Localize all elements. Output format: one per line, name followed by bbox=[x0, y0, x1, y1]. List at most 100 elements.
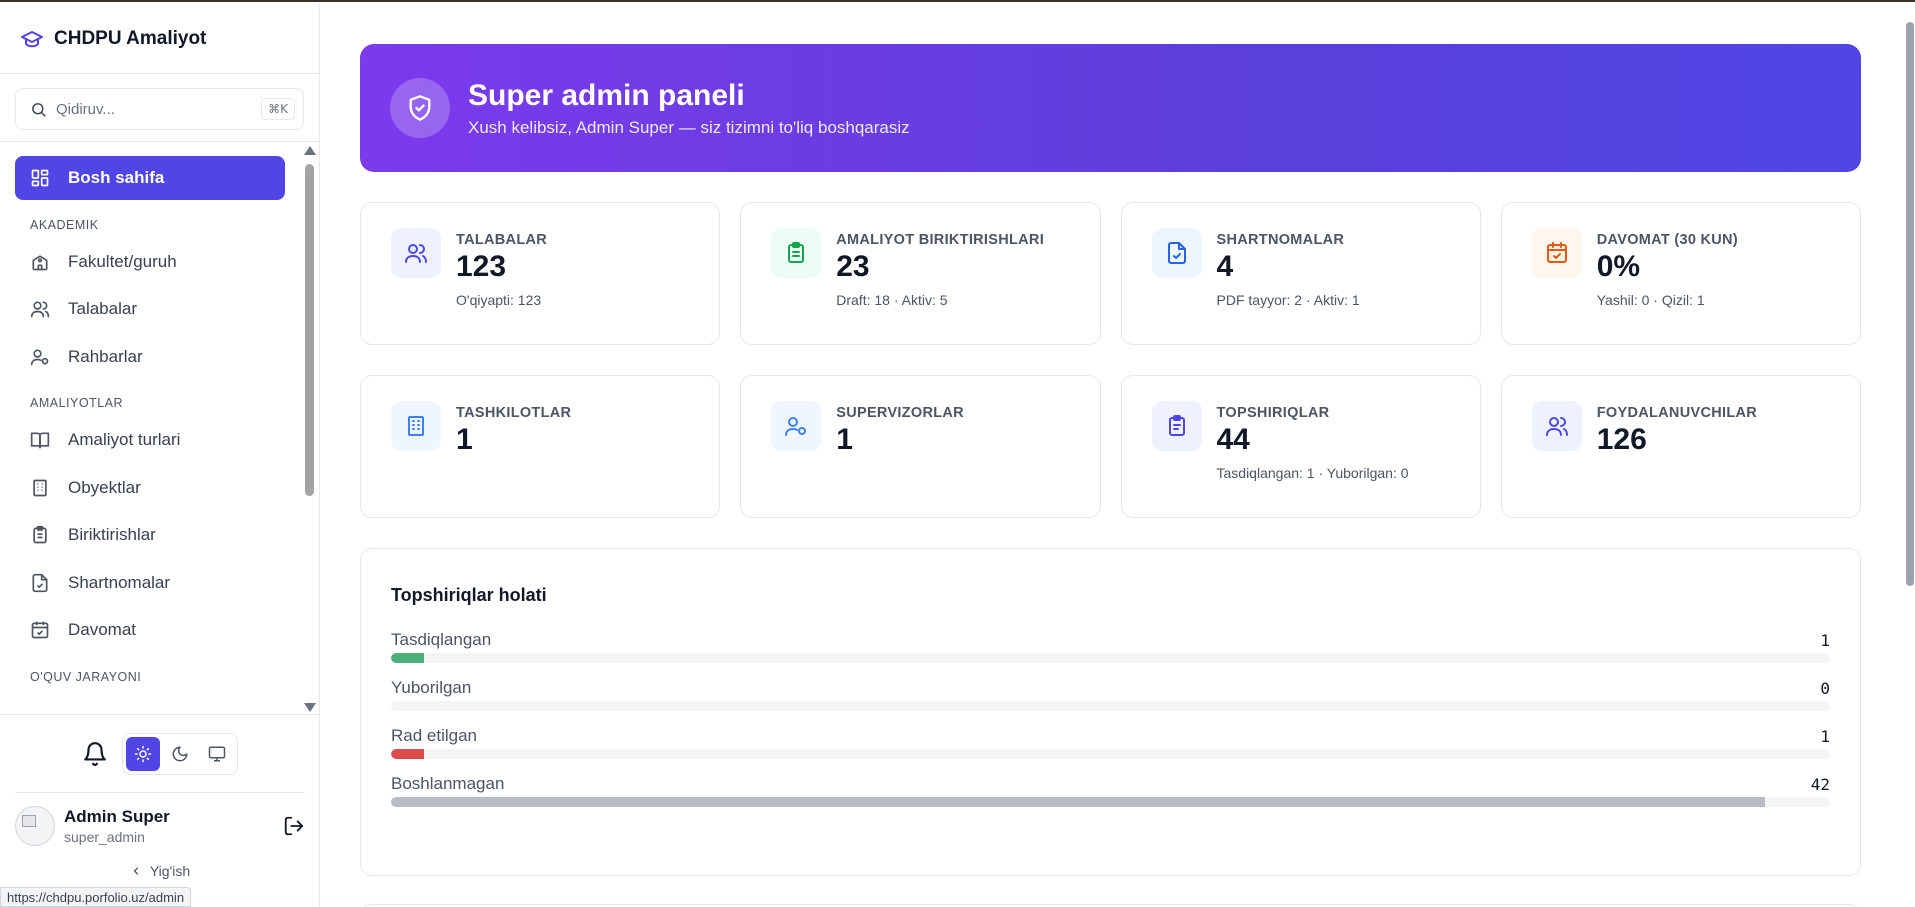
sidebar-item-label: Obyektlar bbox=[68, 477, 141, 497]
progress-fill bbox=[391, 797, 1766, 807]
moon-icon bbox=[172, 746, 188, 761]
stat-card-talabalar[interactable]: TALABALAR 123 O'qiyapti: 123 bbox=[360, 202, 721, 345]
progress-fill bbox=[391, 653, 425, 663]
stat-subtext: PDF tayyor: 2 · Aktiv: 1 bbox=[1216, 292, 1360, 308]
user-login: super_admin bbox=[64, 829, 145, 845]
theme-switcher bbox=[122, 732, 238, 775]
sidebar-item-shartnomalar[interactable]: Shartnomalar bbox=[15, 561, 285, 605]
sidebar-item-label: Shartnomalar bbox=[68, 572, 171, 592]
stat-card-shartnomalar[interactable]: SHARTNOMALAR 4 PDF tayyor: 2 · Aktiv: 1 bbox=[1120, 202, 1481, 345]
sidebar-item-talabalar[interactable]: Talabalar bbox=[15, 287, 285, 331]
status-label: Tasdiqlangan bbox=[391, 630, 492, 649]
search-icon bbox=[32, 102, 46, 117]
stat-label: FOYDALANUVCHILAR bbox=[1596, 405, 1758, 421]
page-subtitle: Xush kelibsiz, Admin Super — siz tizimni… bbox=[468, 117, 910, 137]
dashboard-icon bbox=[31, 169, 49, 187]
stat-label: DAVOMAT (30 KUN) bbox=[1596, 232, 1738, 248]
stat-label: AMALIYOT BIRIKTIRISHLARI bbox=[836, 232, 1045, 248]
users-icon bbox=[405, 244, 427, 263]
status-row: Rad etilgan 1 bbox=[391, 724, 1830, 759]
status-row: Tasdiqlangan 1 bbox=[391, 628, 1830, 663]
status-count: 1 bbox=[1820, 631, 1830, 650]
status-row: Yuborilgan 0 bbox=[391, 676, 1830, 711]
clipboard-list-icon bbox=[788, 242, 805, 263]
stat-card-amaliyot-biriktirishlari[interactable]: AMALIYOT BIRIKTIRISHLARI 23 Draft: 18 · Ak… bbox=[740, 202, 1101, 345]
stat-card-supervizorlar[interactable]: SUPERVIZORLAR 1 bbox=[740, 375, 1101, 518]
sidebar-scrollbar[interactable] bbox=[303, 144, 317, 712]
file-check-icon bbox=[1167, 242, 1186, 264]
stat-subtext: O'qiyapti: 123 bbox=[456, 292, 542, 308]
stat-card-tashkilotlar[interactable]: TASHKILOTLAR 1 bbox=[360, 375, 721, 518]
stat-value: 0% bbox=[1596, 250, 1641, 283]
user-profile[interactable]: Admin Super super_admin bbox=[0, 793, 320, 859]
sidebar-item-label: Rahbarlar bbox=[68, 346, 143, 366]
stat-label: TALABALAR bbox=[456, 232, 548, 248]
users-icon bbox=[30, 301, 50, 318]
search-box[interactable]: ⌘K bbox=[15, 88, 304, 130]
section-akademik: AKADEMIK bbox=[30, 217, 99, 232]
main-content: Super admin paneli Xush kelibsiz, Admin … bbox=[321, 4, 1915, 907]
clipboard-icon bbox=[1168, 415, 1185, 436]
sidebar-item-biriktirishlar[interactable]: Biriktirishlar bbox=[15, 513, 285, 557]
logout-icon[interactable] bbox=[283, 815, 305, 837]
sidebar-nav: Bosh sahifa AKADEMIK Fakultet/guruh Tala… bbox=[0, 144, 305, 710]
bell-icon[interactable] bbox=[82, 741, 108, 767]
page-scroll-thumb[interactable] bbox=[1906, 22, 1914, 586]
user-cog-icon bbox=[30, 349, 49, 365]
sidebar-item-rahbarlar[interactable]: Rahbarlar bbox=[15, 335, 285, 379]
status-count: 42 bbox=[1810, 775, 1830, 794]
stat-value: 126 bbox=[1596, 423, 1647, 456]
hero-icon-wrap bbox=[390, 78, 450, 138]
sidebar-item-obyektlar[interactable]: Obyektlar bbox=[15, 466, 285, 510]
file-check-icon bbox=[32, 573, 48, 592]
stat-subtext: Tasdiqlangan: 1 · Yuborilgan: 0 bbox=[1216, 465, 1409, 481]
page-scrollbar[interactable] bbox=[1903, 4, 1915, 907]
sidebar-item-fakultet[interactable]: Fakultet/guruh bbox=[15, 240, 285, 284]
progress-track bbox=[391, 749, 1830, 759]
calendar-check-icon bbox=[31, 621, 49, 639]
stat-icon-wrap bbox=[771, 401, 822, 451]
sidebar-item-label: Fakultet/guruh bbox=[68, 251, 177, 271]
sidebar-item-label: Amaliyot turlari bbox=[68, 430, 181, 449]
scroll-up-arrow[interactable] bbox=[304, 146, 316, 155]
scroll-down-arrow[interactable] bbox=[304, 703, 316, 712]
stat-icon-wrap bbox=[1531, 228, 1582, 278]
stat-card-topshiriqlar[interactable]: TOPSHIRIQLAR 44 Tasdiqlangan: 1 · Yuborilg… bbox=[1120, 375, 1481, 518]
book-open-icon bbox=[30, 432, 50, 449]
search-input[interactable] bbox=[56, 100, 262, 118]
stat-icon-wrap bbox=[391, 228, 441, 278]
status-label: Rad etilgan bbox=[391, 726, 478, 745]
collapse-button[interactable]: Yig'ish bbox=[0, 859, 320, 883]
progress-fill bbox=[391, 749, 425, 759]
stat-card-davomat-30-kun[interactable]: DAVOMAT (30 KUN) 0% Yashil: 0 · Qizil: 1 bbox=[1500, 202, 1861, 345]
stat-subtext: Draft: 18 · Aktiv: 5 bbox=[836, 292, 948, 308]
progress-track bbox=[391, 797, 1830, 807]
stat-icon-wrap bbox=[1151, 401, 1202, 451]
dark-theme-button[interactable] bbox=[163, 737, 197, 771]
hero-banner: Super admin paneli Xush kelibsiz, Admin … bbox=[360, 44, 1861, 172]
building-icon bbox=[33, 479, 47, 496]
stat-value: 1 bbox=[456, 423, 473, 456]
light-theme-button[interactable] bbox=[126, 736, 160, 771]
stat-label: TOPSHIRIQLAR bbox=[1216, 405, 1330, 421]
search-shortcut: ⌘K bbox=[261, 98, 295, 120]
stat-value: 4 bbox=[1216, 250, 1234, 283]
shield-check-icon bbox=[409, 95, 431, 121]
brand[interactable]: CHDPU Amaliyot bbox=[0, 4, 319, 74]
sidebar-item-amaliyot-turlari[interactable]: Amaliyot turlari bbox=[15, 418, 285, 462]
scroll-thumb[interactable] bbox=[305, 164, 314, 496]
stat-label: SUPERVIZORLAR bbox=[836, 405, 964, 421]
status-count: 1 bbox=[1820, 727, 1830, 746]
status-row: Boshlanmagan 42 bbox=[391, 772, 1830, 807]
stat-value: 1 bbox=[836, 423, 853, 456]
app-title: CHDPU Amaliyot bbox=[54, 27, 207, 49]
sidebar-item-davomat[interactable]: Davomat bbox=[15, 608, 285, 652]
system-theme-button[interactable] bbox=[200, 737, 234, 771]
building-icon bbox=[408, 416, 424, 436]
stat-card-foydalanuvchilar[interactable]: FOYDALANUVCHILAR 126 bbox=[1500, 375, 1861, 518]
sidebar-item-label: Davomat bbox=[68, 620, 137, 639]
school-icon bbox=[32, 254, 48, 270]
clipboard-list-icon bbox=[33, 525, 47, 544]
status-count: 0 bbox=[1820, 679, 1830, 698]
sidebar-item-home[interactable]: Bosh sahifa bbox=[15, 156, 285, 200]
